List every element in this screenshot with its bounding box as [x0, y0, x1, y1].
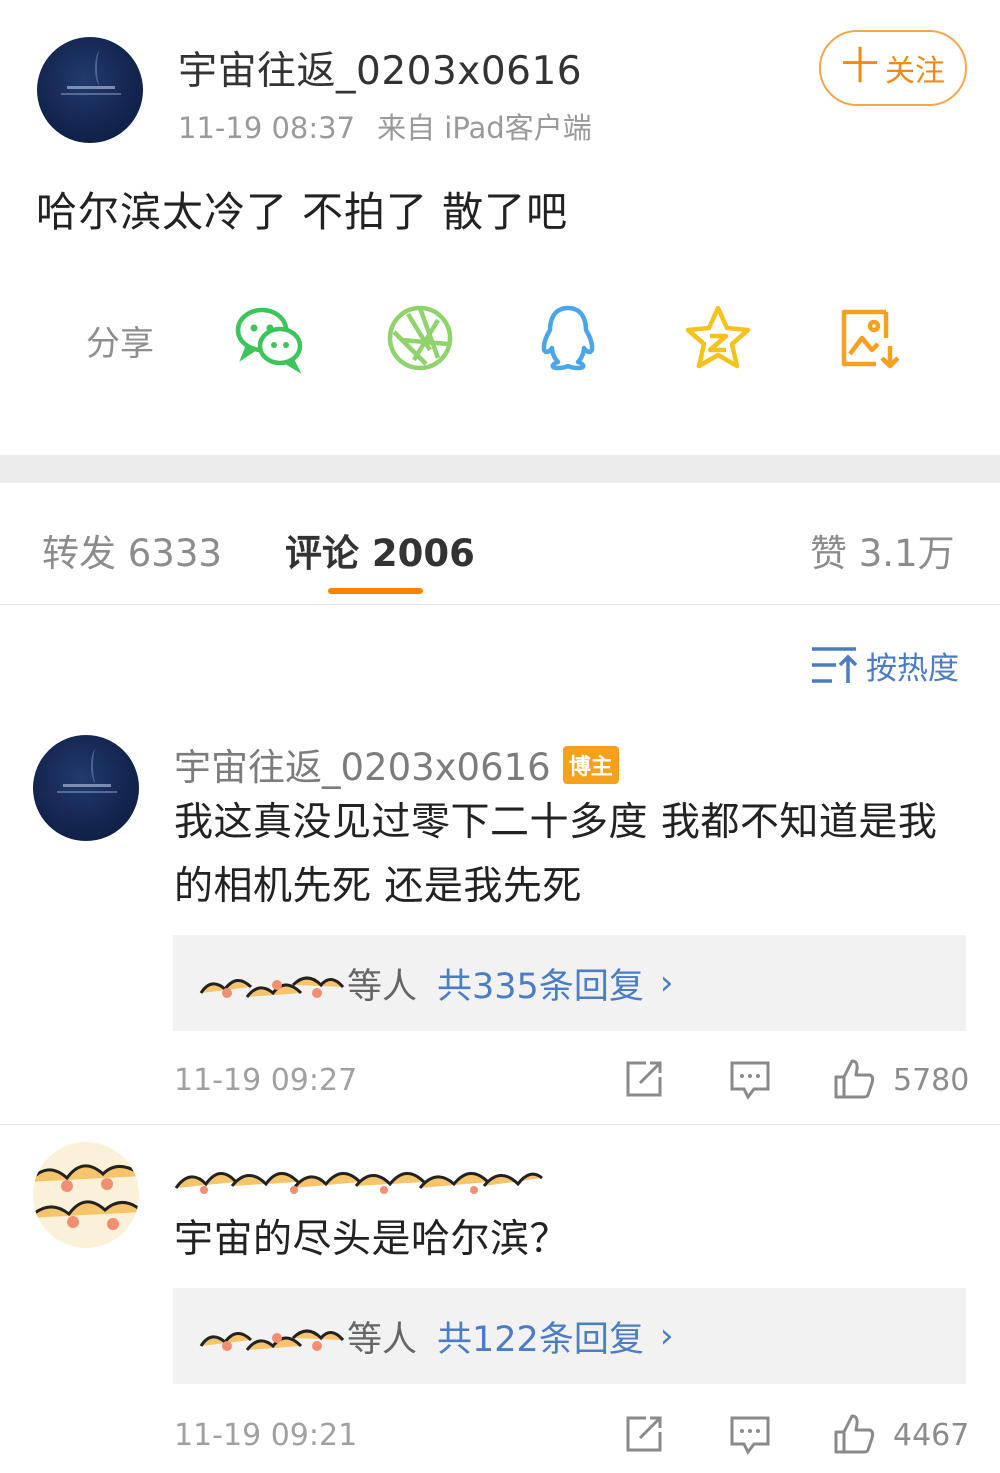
active-tab-indicator — [328, 588, 423, 594]
comment-time: 11-19 09:27 — [174, 1063, 358, 1098]
qq-icon[interactable] — [528, 298, 608, 378]
sort-button[interactable]: 按热度 — [810, 642, 959, 688]
wechat-icon[interactable] — [230, 298, 310, 378]
like-count: 4467 — [893, 1418, 970, 1453]
follow-button[interactable]: 十 关注 — [819, 30, 967, 106]
commenter-avatar[interactable] — [33, 1142, 139, 1248]
qzone-icon[interactable] — [678, 298, 758, 378]
reply-summary[interactable]: 等人 共335条回复 › — [173, 935, 966, 1031]
comment-text: 宇宙的尽头是哈尔滨？ — [174, 1217, 570, 1262]
plus-icon: 十 — [840, 44, 879, 88]
share-row: 分享 — [0, 298, 1000, 388]
comment-separator — [0, 1124, 1000, 1125]
follow-label: 关注 — [885, 54, 945, 89]
reply-who: 等人 — [347, 1319, 418, 1360]
reply-count-link[interactable]: 共335条回复 — [437, 958, 644, 1009]
repost-icon[interactable] — [622, 1412, 666, 1456]
name-mosaic — [174, 1172, 543, 1194]
tab-comments[interactable]: 评论 2006 — [285, 523, 475, 577]
sort-icon — [812, 647, 858, 683]
sort-label: 按热度 — [866, 650, 959, 687]
commenter-name[interactable]: 宇宙往返_0203x0616 博主 — [174, 737, 619, 791]
poster-name[interactable]: 宇宙往返_0203x0616 — [178, 40, 582, 96]
commenter-name-text: 宇宙往返_0203x0616 — [174, 746, 551, 789]
tab-bar: 转发 6333 评论 2006 赞 3.1万 — [0, 483, 1000, 605]
comment-time: 11-19 09:21 — [174, 1418, 358, 1453]
like-icon[interactable] — [832, 1412, 876, 1456]
post-header: 宇宙往返_0203x0616 11-19 08:37 来自 iPad客户端 十 关… — [0, 0, 1000, 160]
share-label: 分享 — [86, 324, 154, 364]
section-divider — [0, 455, 1000, 483]
like-icon[interactable] — [832, 1057, 876, 1101]
reply-count-link[interactable]: 共122条回复 — [437, 1311, 644, 1362]
chevron-right-icon: › — [659, 963, 674, 1003]
post-time: 11-19 08:37 — [178, 111, 356, 145]
replier-avatars — [197, 1316, 347, 1356]
post-meta: 11-19 08:37 来自 iPad客户端 — [178, 105, 592, 147]
tab-reposts[interactable]: 转发 6333 — [42, 523, 222, 577]
comment-text: 我这真没见过零下二十多度 我都不知道是我的相机先死 还是我先死 — [174, 800, 938, 909]
replier-avatars — [197, 963, 347, 1003]
commenter-avatar[interactable] — [33, 735, 139, 841]
reply-who: 等人 — [347, 966, 418, 1007]
save-image-icon[interactable] — [830, 298, 910, 378]
comment-icon[interactable] — [728, 1057, 772, 1101]
chevron-right-icon: › — [659, 1316, 674, 1356]
repost-icon[interactable] — [622, 1057, 666, 1101]
author-badge: 博主 — [562, 746, 619, 784]
moments-icon[interactable] — [380, 298, 460, 378]
poster-avatar[interactable] — [37, 37, 143, 143]
reply-summary[interactable]: 等人 共122条回复 › — [173, 1288, 966, 1384]
comment-icon[interactable] — [728, 1412, 772, 1456]
like-count: 5780 — [893, 1063, 970, 1098]
tab-likes[interactable]: 赞 3.1万 — [810, 523, 955, 577]
post-text: 哈尔滨太冷了 不拍了 散了吧 — [36, 188, 569, 236]
comment-footer: 11-19 09:21 4467 — [0, 1412, 1000, 1462]
post-source: 来自 iPad客户端 — [377, 111, 592, 145]
commenter-name[interactable] — [174, 1148, 544, 1198]
comment-footer: 11-19 09:27 5780 — [0, 1057, 1000, 1107]
